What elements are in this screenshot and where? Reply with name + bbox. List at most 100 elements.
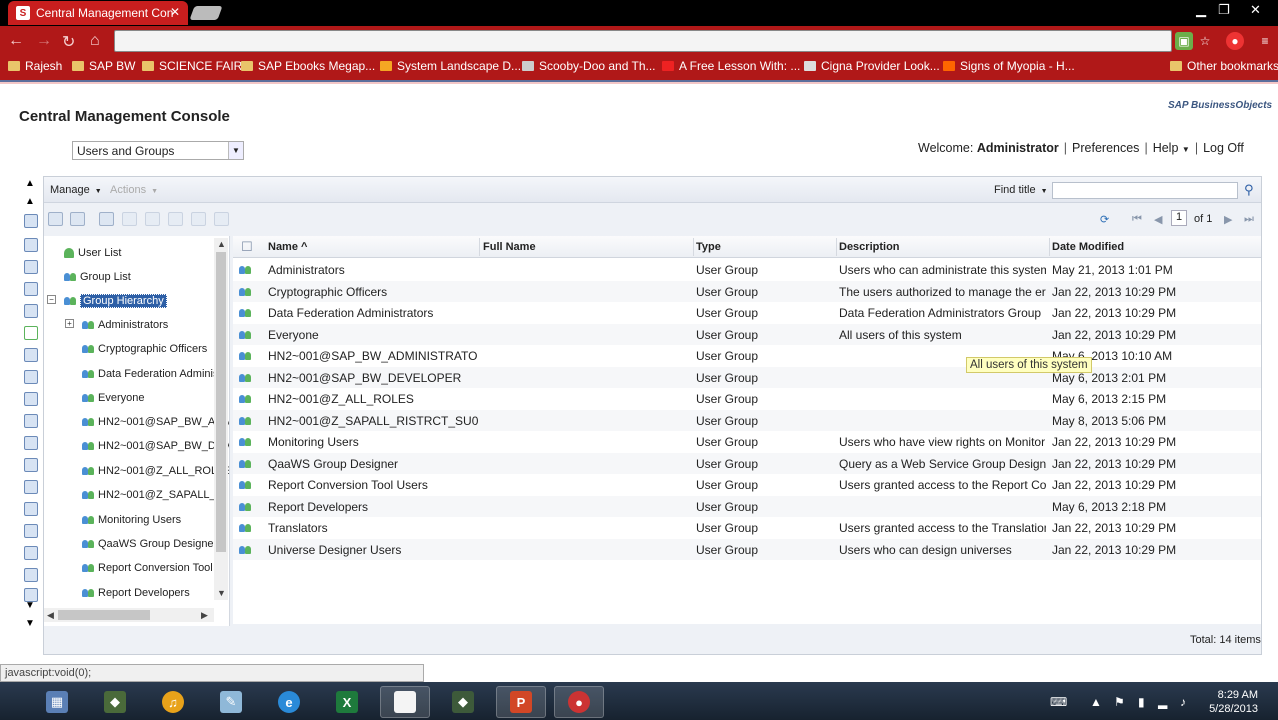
bookmark-item[interactable]: A Free Lesson With: ... xyxy=(662,59,800,73)
column-divider[interactable] xyxy=(693,238,694,256)
network-icon[interactable]: ▂ xyxy=(1158,695,1167,709)
logoff-link[interactable]: Log Off xyxy=(1203,141,1244,155)
tree-horizontal-scrollbar[interactable]: ◀ ▶ xyxy=(44,608,214,622)
bookmark-item[interactable]: System Landscape D... xyxy=(380,59,521,73)
tree-item[interactable]: HN2~001@Z_ALL_ROLES xyxy=(82,463,229,479)
close-window-icon[interactable]: ✕ xyxy=(1250,2,1261,18)
cell-name[interactable]: Monitoring Users xyxy=(268,435,478,449)
tree-item[interactable]: HN2~001@SAP_BW_DEV xyxy=(82,438,229,454)
volume-icon[interactable]: ♪ xyxy=(1180,695,1186,709)
table-row[interactable]: Report Developers User Group May 6, 2013 2… xyxy=(233,495,1261,517)
bookmark-item[interactable]: Scooby-Doo and Th... xyxy=(522,59,656,73)
minimize-icon[interactable]: ▁ xyxy=(1196,2,1206,18)
scroll-down-icon[interactable]: ▼ xyxy=(25,600,35,611)
table-row[interactable]: Universe Designer Users User Group Users w… xyxy=(233,538,1261,560)
find-title-menu[interactable]: Find title ▼ xyxy=(994,184,1048,196)
delete-icon[interactable] xyxy=(214,212,229,226)
select-all-icon[interactable]: ☐ xyxy=(241,239,253,255)
cell-name[interactable]: Translators xyxy=(268,521,478,535)
cell-name[interactable]: Report Conversion Tool Users xyxy=(268,478,478,492)
search-input[interactable] xyxy=(1052,182,1238,199)
table-row[interactable]: Cryptographic Officers User Group The user… xyxy=(233,280,1261,302)
join-group-icon[interactable] xyxy=(168,212,183,226)
taskbar-chrome[interactable]: ● xyxy=(554,686,604,718)
scroll-up-icon[interactable]: ▲ xyxy=(217,239,226,249)
tree-vertical-scrollbar[interactable]: ▲ ▼ xyxy=(214,238,228,600)
menu-icon[interactable]: ≡ xyxy=(1256,32,1274,50)
help-menu[interactable]: Help xyxy=(1153,141,1179,155)
back-icon[interactable]: ← xyxy=(8,32,24,50)
tree-item-group-hierarchy[interactable]: Group Hierarchy xyxy=(64,293,167,309)
checklist-icon[interactable] xyxy=(24,546,38,560)
taskbar-document[interactable] xyxy=(380,686,430,718)
properties-icon[interactable] xyxy=(99,212,114,226)
cell-name[interactable]: QaaWS Group Designer xyxy=(268,457,478,471)
table-row[interactable]: Administrators User Group Users who can ad… xyxy=(233,259,1261,281)
tray-arrow-icon[interactable]: ▲ xyxy=(1090,695,1102,709)
add-member-icon[interactable] xyxy=(145,212,160,226)
extension-icon[interactable]: ▣ xyxy=(1175,32,1193,50)
table-row[interactable]: HN2~001@Z_SAPALL_RISTRCT_SU01_ User Group… xyxy=(233,409,1261,431)
extension-red-icon[interactable]: ● xyxy=(1226,32,1244,50)
scroll-top-icon[interactable]: ▲ xyxy=(25,178,35,189)
bookmark-item[interactable]: Signs of Myopia - H... xyxy=(943,59,1075,73)
tree-item-user-list[interactable]: User List xyxy=(64,245,121,261)
categories-icon[interactable] xyxy=(24,304,38,318)
tree-item[interactable]: Report Conversion Tool U xyxy=(82,560,224,576)
taskbar-notepad[interactable]: ✎ xyxy=(206,686,256,718)
bookmark-item[interactable]: Rajesh xyxy=(8,59,62,73)
table-row[interactable]: HN2~001@Z_ALL_ROLES User Group May 6, 2013… xyxy=(233,388,1261,410)
home-nav-icon[interactable] xyxy=(24,214,38,228)
col-name[interactable]: Name ^ xyxy=(268,241,307,253)
bookmark-item[interactable]: SAP BW xyxy=(72,59,135,73)
cell-name[interactable]: HN2~001@SAP_BW_ADMINISTRATOR_ xyxy=(268,349,478,363)
tree-item-group-list[interactable]: Group List xyxy=(64,269,131,285)
scroll-down-icon[interactable]: ▼ xyxy=(217,588,226,598)
actions-menu[interactable]: Actions ▼ xyxy=(110,184,158,196)
servers-icon[interactable] xyxy=(24,348,38,362)
calendar-icon[interactable] xyxy=(24,458,38,472)
cell-name[interactable]: Administrators xyxy=(268,263,478,277)
tree-item[interactable]: Cryptographic Officers xyxy=(82,341,207,357)
cell-name[interactable]: Universe Designer Users xyxy=(268,543,478,557)
settings-icon[interactable] xyxy=(24,502,38,516)
scroll-thumb[interactable] xyxy=(216,252,226,552)
chevron-down-icon[interactable]: ▼ xyxy=(228,142,243,159)
cell-name[interactable]: HN2~001@SAP_BW_DEVELOPER xyxy=(268,371,478,385)
cell-name[interactable]: Cryptographic Officers xyxy=(268,285,478,299)
tab-close-icon[interactable]: ✕ xyxy=(170,5,180,19)
table-row[interactable]: Data Federation Administrators User Group… xyxy=(233,302,1261,324)
tree-item[interactable]: HN2~001@SAP_BW_ADM xyxy=(82,414,229,430)
table-row[interactable]: HN2~001@SAP_BW_DEVELOPER User Group May 6,… xyxy=(233,366,1261,388)
scroll-left-icon[interactable]: ◀ xyxy=(47,610,54,621)
col-date-modified[interactable]: Date Modified xyxy=(1052,241,1124,253)
bookmark-item[interactable]: Cigna Provider Look... xyxy=(804,59,940,73)
other-bookmarks[interactable]: Other bookmarks xyxy=(1170,59,1278,73)
tree-item[interactable]: Everyone xyxy=(82,390,144,406)
table-row[interactable]: HN2~001@SAP_BW_ADMINISTRATOR_ User Group M… xyxy=(233,345,1261,367)
star-icon[interactable]: ☆ xyxy=(1196,32,1214,50)
flag-icon[interactable]: ⚑ xyxy=(1114,695,1125,709)
browser-tab[interactable]: S Central Management Con ✕ xyxy=(8,1,188,25)
column-divider[interactable] xyxy=(1049,238,1050,256)
taskbar-powerpoint[interactable]: P xyxy=(496,686,546,718)
scroll-bottom-icon[interactable]: ▼ xyxy=(25,618,35,629)
area-select[interactable]: Users and Groups ▼ xyxy=(72,141,244,160)
page-number-input[interactable]: 1 xyxy=(1171,210,1187,226)
applications-icon[interactable] xyxy=(24,436,38,450)
cell-name[interactable]: HN2~001@Z_SAPALL_RISTRCT_SU01_ xyxy=(268,414,478,428)
tree-item[interactable]: HN2~001@Z_SAPALL_RI xyxy=(82,487,227,503)
user-security-icon[interactable] xyxy=(122,212,137,226)
column-divider[interactable] xyxy=(479,238,480,256)
cell-name[interactable]: HN2~001@Z_ALL_ROLES xyxy=(268,392,478,406)
network-icon[interactable] xyxy=(24,414,38,428)
preferences-link[interactable]: Preferences xyxy=(1072,141,1139,155)
new-user-icon[interactable] xyxy=(48,212,63,226)
binoculars-icon[interactable]: ⚲ xyxy=(1244,182,1254,198)
database-icon[interactable] xyxy=(24,392,38,406)
personal-folders-icon[interactable] xyxy=(24,260,38,274)
bookmark-item[interactable]: SAP Ebooks Megap... xyxy=(241,59,375,73)
tree-item[interactable]: Monitoring Users xyxy=(82,512,181,528)
table-row[interactable]: Monitoring Users User Group Users who have… xyxy=(233,431,1261,453)
table-row[interactable]: Everyone User Group All users of this syst… xyxy=(233,323,1261,345)
